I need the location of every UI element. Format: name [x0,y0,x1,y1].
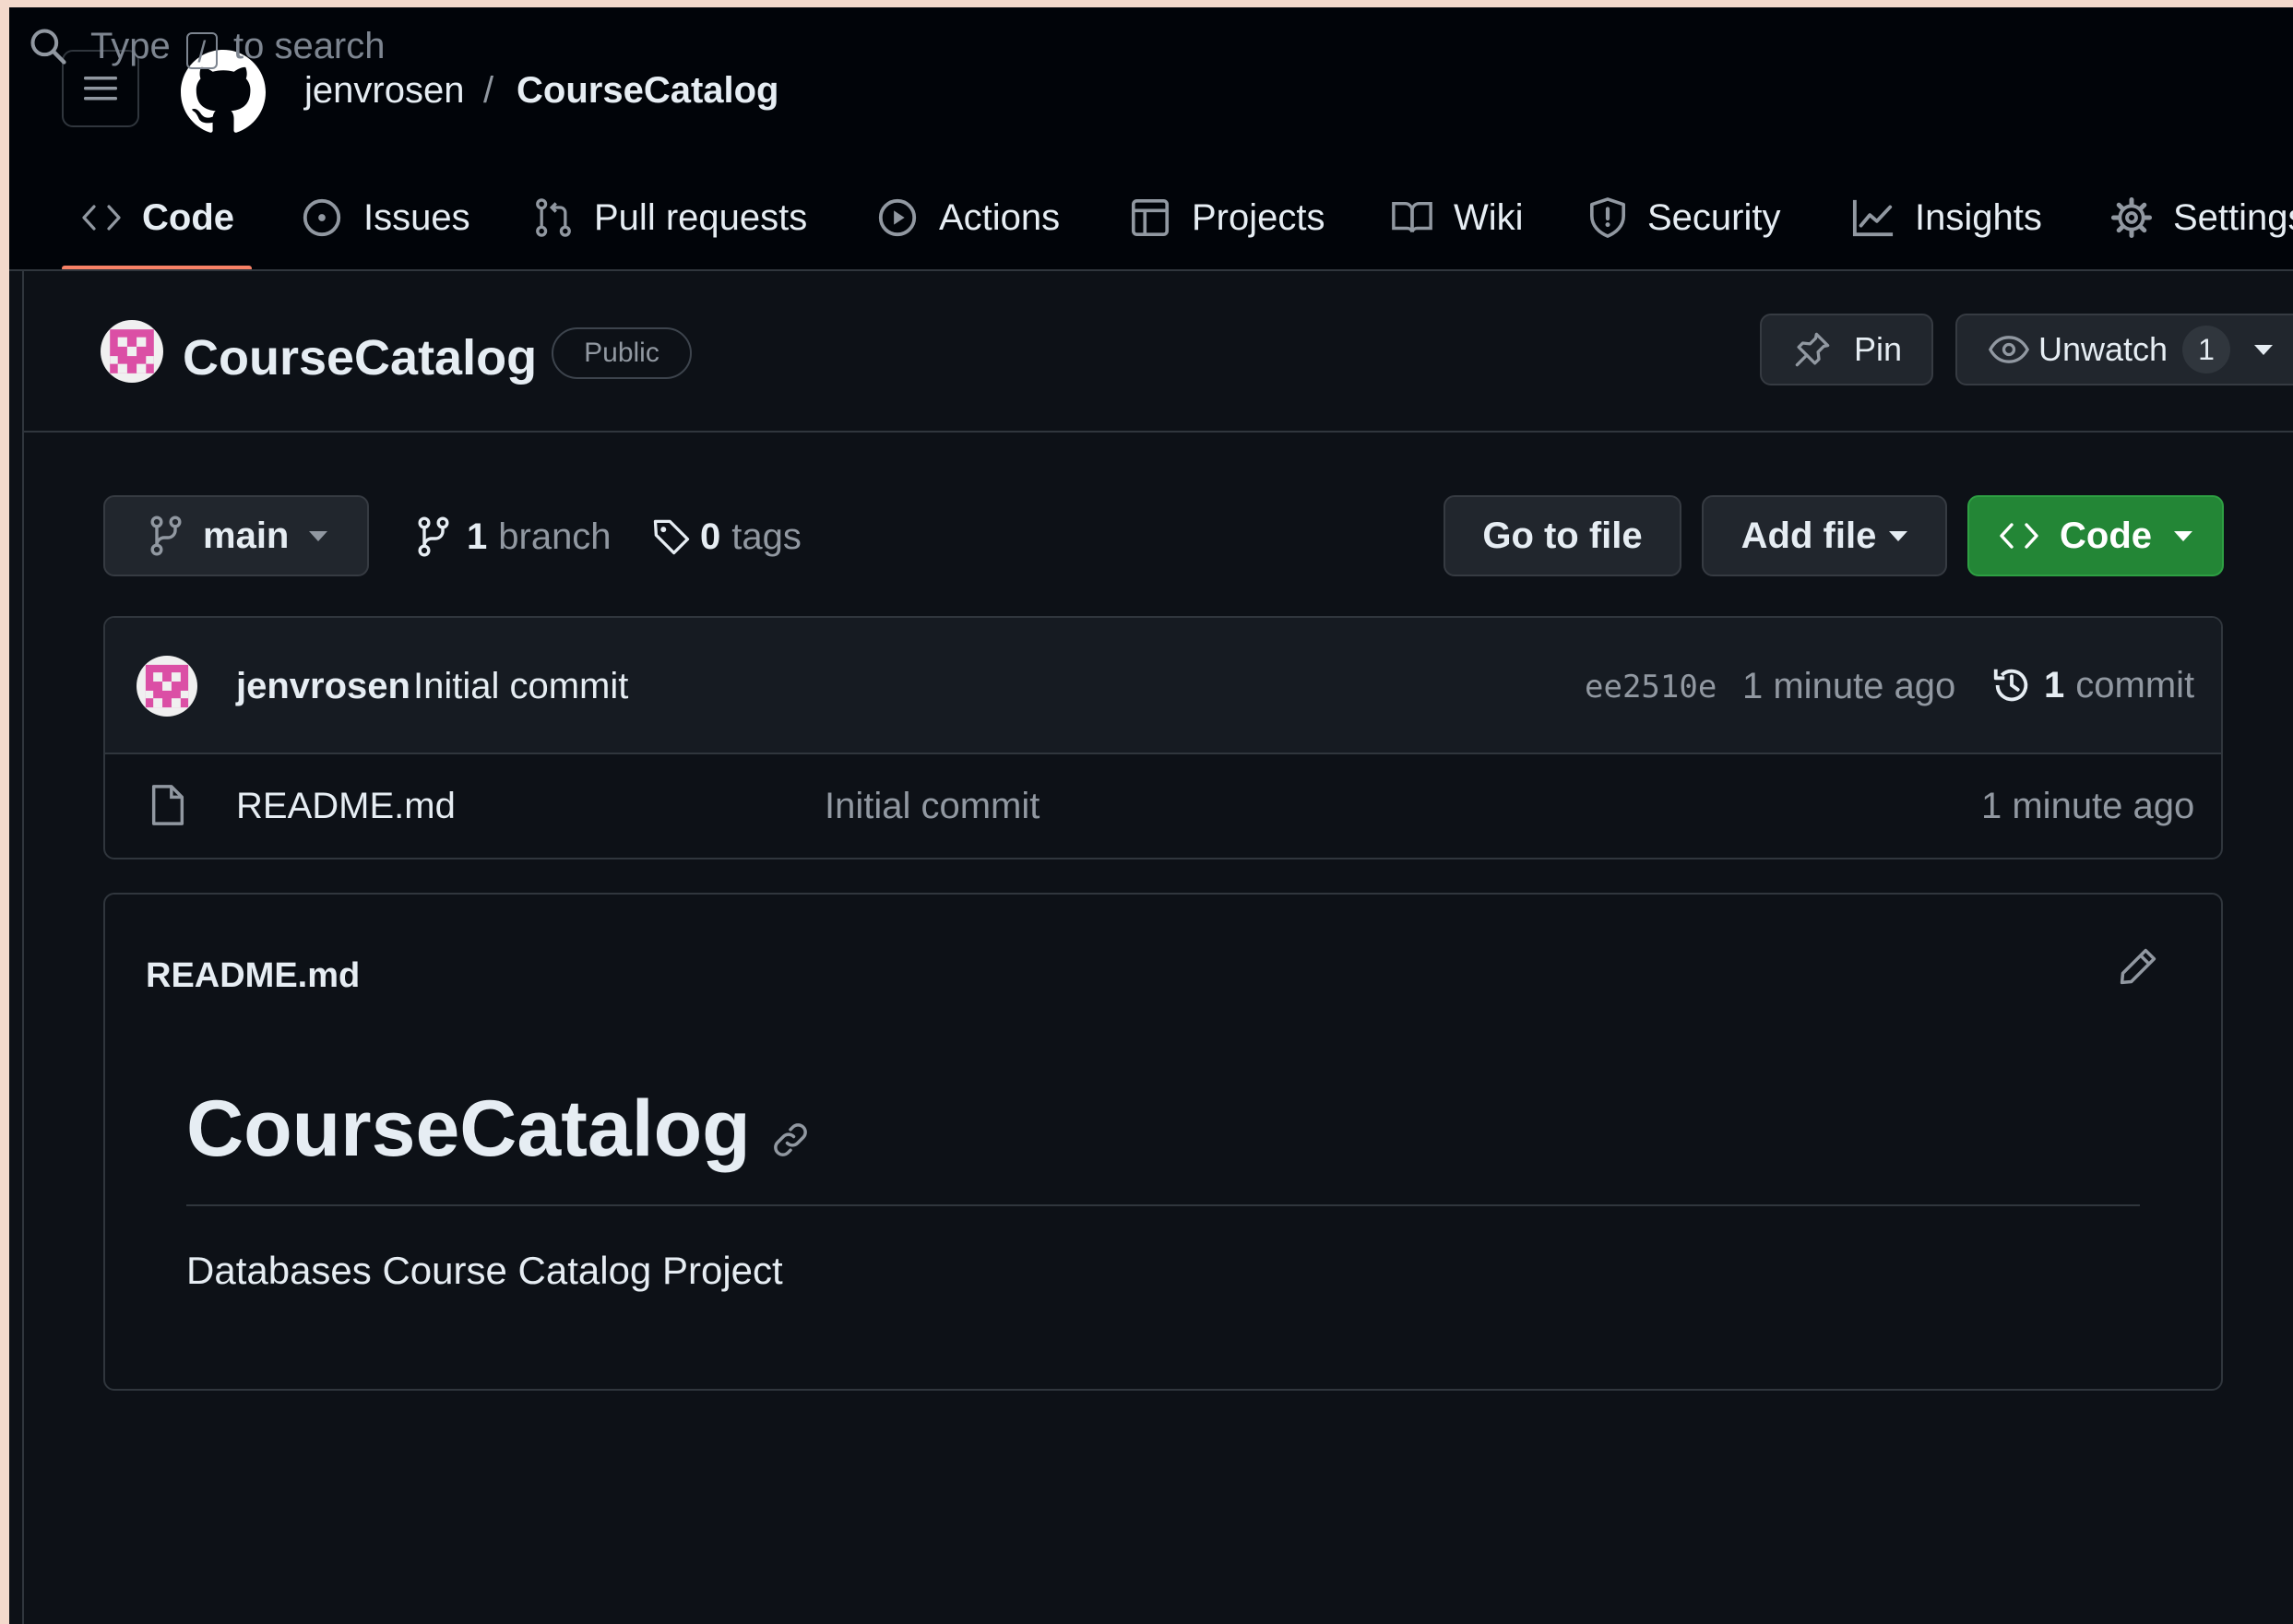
tab-label: Issues [363,196,470,238]
branch-count: 1 [467,516,488,557]
pin-button[interactable]: Pin [1760,314,1933,385]
branches-link[interactable]: 1 branch [417,516,612,557]
branch-name: main [203,515,290,556]
slash-key-hint: / [185,32,218,69]
browser-window: jenvrosen / CourseCatalog Type / to sear… [9,7,2293,1624]
tab-actions[interactable]: Actions [876,188,1060,247]
graph-icon [1852,197,1895,238]
unwatch-button[interactable]: Unwatch 1 [1955,314,2293,385]
tab-insights[interactable]: Insights [1852,188,2042,247]
history-icon [1990,664,2033,706]
pin-icon [1793,330,1832,369]
go-to-file-button[interactable]: Go to file [1444,495,1681,576]
file-commit-message[interactable]: Initial commit [825,786,1040,826]
tab-pull-requests[interactable]: Pull requests [533,188,807,247]
code-dropdown-button[interactable]: Code [1967,495,2224,576]
search-icon [28,26,68,66]
header-divider [9,269,2293,271]
tab-label: Code [142,196,234,238]
code-icon [1999,522,2039,550]
tab-issues[interactable]: Issues [301,188,470,247]
tab-label: Pull requests [594,196,808,238]
readme-heading: CourseCatalog [186,1083,810,1175]
tab-label: Settings [2173,196,2293,238]
repo-title[interactable]: CourseCatalog [183,330,537,385]
tab-label: Insights [1915,196,2042,238]
file-icon [149,784,186,826]
readme-panel: README.md CourseCatalog Databases Course… [103,893,2223,1391]
code-icon [81,204,122,231]
visibility-badge: Public [552,327,692,379]
tags-link[interactable]: 0 tags [652,516,802,557]
readme-filename: README.md [146,956,361,995]
tab-security[interactable]: Security [1588,188,1781,247]
breadcrumb-owner[interactable]: jenvrosen [304,70,464,111]
chevron-down-icon [1889,530,1908,541]
readme-heading-text: CourseCatalog [186,1085,751,1173]
branch-select-button[interactable]: main [103,495,369,576]
link-icon[interactable] [771,1120,810,1159]
shield-icon [1588,196,1627,239]
repo-header-divider [22,431,2293,433]
commit-author[interactable]: jenvrosen [236,666,410,706]
pin-label: Pin [1854,330,1903,368]
file-list: jenvrosen Initial commit ee2510e 1 minut… [103,616,2223,859]
avatar[interactable] [101,320,163,383]
code-button-label: Code [2060,515,2152,556]
tab-label: Wiki [1454,196,1524,238]
gear-icon [2110,196,2153,239]
breadcrumb-repo[interactable]: CourseCatalog [517,70,779,111]
tab-label: Security [1647,196,1781,238]
breadcrumb-separator: / [483,70,494,111]
pencil-icon[interactable] [2118,946,2158,987]
unwatch-label: Unwatch [2038,330,2168,368]
branch-word: branch [498,516,612,557]
tab-label: Projects [1192,196,1325,238]
play-icon [876,196,919,239]
file-commit-time: 1 minute ago [1981,786,2195,826]
content-edge [22,269,24,1624]
avatar[interactable] [137,656,197,717]
git-branch-icon [149,516,183,556]
hamburger-icon [82,74,119,103]
commit-history-link[interactable]: 1 commit [1990,664,2194,706]
commit-count: 1 [2044,665,2065,705]
book-icon [1391,199,1433,236]
eye-icon [1989,335,2029,364]
heading-divider [186,1204,2140,1206]
commit-sha[interactable]: ee2510e [1585,669,1717,705]
table-icon [1129,196,1171,239]
tag-word: tags [731,516,802,557]
go-to-file-label: Go to file [1482,515,1643,556]
chevron-down-icon [2254,344,2274,355]
issue-opened-icon [301,196,343,239]
add-file-button[interactable]: Add file [1702,495,1947,576]
watch-count: 1 [2182,326,2231,373]
tab-projects[interactable]: Projects [1129,188,1325,247]
chevron-down-icon [2174,530,2192,541]
add-file-label: Add file [1741,515,1877,556]
tab-code[interactable]: Code [81,188,234,247]
latest-commit-bar: jenvrosen Initial commit ee2510e 1 minut… [105,618,2221,754]
readme-body: Databases Course Catalog Project [186,1249,783,1292]
tag-icon [652,517,691,556]
file-name[interactable]: README.md [236,786,456,826]
search-placeholder: Type / to search [90,26,386,69]
tab-settings[interactable]: Settings [2110,188,2293,247]
commit-word: commit [2075,665,2195,705]
tab-wiki[interactable]: Wiki [1391,188,1524,247]
git-pull-request-icon [533,196,574,239]
tag-count: 0 [700,516,721,557]
commit-message[interactable]: Initial commit [413,666,628,706]
tab-label: Actions [939,196,1061,238]
chevron-down-icon [309,530,328,541]
git-branch-icon [417,516,450,557]
table-row[interactable]: README.md Initial commit 1 minute ago [105,754,2221,858]
commit-time: 1 minute ago [1742,666,1956,706]
